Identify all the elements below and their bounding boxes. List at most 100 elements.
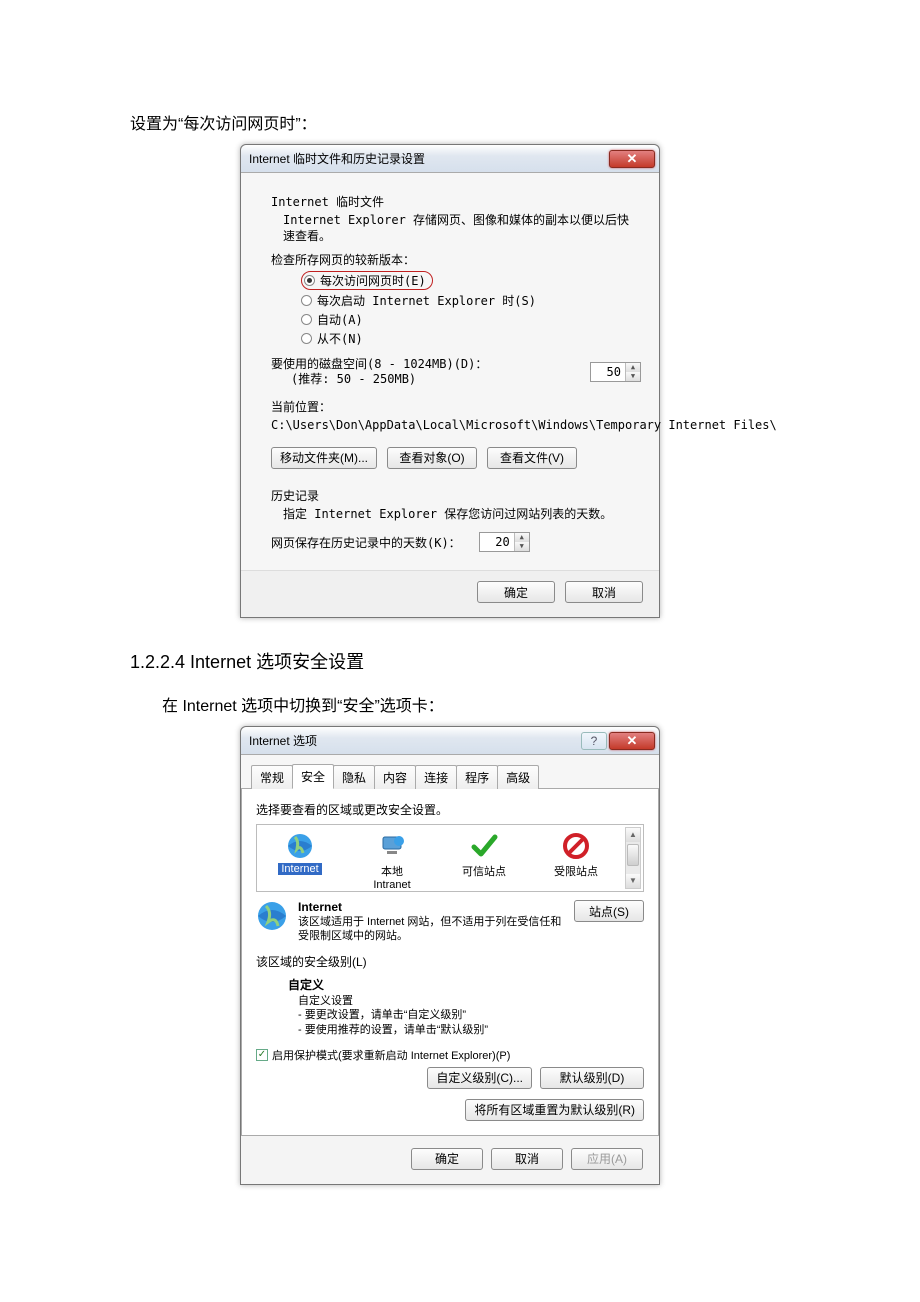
- security-tab-panel: 选择要查看的区域或更改安全设置。 Internet 本地 Intranet 可信: [241, 788, 659, 1136]
- custom-level-block: 自定义 自定义设置 - 要更改设置，请单击“自定义级别” - 要使用推荐的设置，…: [288, 978, 644, 1036]
- zone-detail-desc: 该区域适用于 Internet 网站，但不适用于列在受信任和受限制区域中的网站。: [298, 916, 561, 942]
- zone-scrollbar[interactable]: ▲ ▼: [625, 827, 641, 889]
- radio-auto[interactable]: 自动(A): [301, 311, 641, 328]
- radio-empty-icon: [301, 314, 312, 325]
- temp-files-group-title: Internet 临时文件: [271, 193, 641, 210]
- internet-options-dialog: Internet 选项 ? ✕ 常规 安全 隐私 内容 连接 程序 高级 选择要…: [240, 726, 660, 1185]
- protected-mode-checkbox-row[interactable]: ✓ 启用保护模式(要求重新启动 Internet Explorer)(P): [256, 1047, 644, 1063]
- move-folder-button[interactable]: 移动文件夹(M)...: [271, 447, 377, 469]
- globe-icon: [285, 831, 315, 861]
- dialog-footer: 确定 取消 应用(A): [241, 1136, 659, 1184]
- zone-detail-name: Internet: [298, 900, 342, 914]
- zone-restricted-label: 受限站点: [554, 863, 598, 879]
- view-objects-button[interactable]: 查看对象(O): [387, 447, 477, 469]
- reset-all-zones-button[interactable]: 将所有区域重置为默认级别(R): [465, 1099, 644, 1121]
- scroll-down-icon[interactable]: ▼: [626, 874, 640, 888]
- doc-intro-line: 设置为“每次访问网页时”：: [130, 110, 790, 134]
- tab-strip: 常规 安全 隐私 内容 连接 程序 高级: [241, 755, 659, 788]
- radio-every-visit[interactable]: 每次访问网页时(E): [301, 271, 433, 290]
- tab-programs[interactable]: 程序: [456, 765, 498, 789]
- dialog-titlebar: Internet 选项 ? ✕: [241, 727, 659, 755]
- dialog-title: Internet 选项: [249, 732, 581, 749]
- tab-connections[interactable]: 连接: [415, 765, 457, 789]
- zone-local-intranet[interactable]: 本地 Intranet: [353, 831, 431, 891]
- disk-space-recommend: (推荐: 50 - 250MB): [291, 372, 590, 388]
- custom-line1: - 要更改设置，请单击“自定义级别”: [298, 1008, 644, 1022]
- sites-button[interactable]: 站点(S): [574, 900, 644, 922]
- dialog-titlebar: Internet 临时文件和历史记录设置 ✕: [241, 145, 659, 173]
- help-button[interactable]: ?: [581, 732, 607, 750]
- radio-every-start-label: 每次启动 Internet Explorer 时(S): [317, 292, 536, 309]
- history-days-spinner[interactable]: ▲ ▼: [479, 532, 530, 552]
- zone-internet[interactable]: Internet: [261, 831, 339, 875]
- protected-mode-label: 启用保护模式(要求重新启动 Internet Explorer)(P): [272, 1047, 510, 1063]
- radio-never-label: 从不(N): [317, 330, 363, 347]
- zone-trusted[interactable]: 可信站点: [445, 831, 523, 879]
- radio-every-start[interactable]: 每次启动 Internet Explorer 时(S): [301, 292, 641, 309]
- radio-empty-icon: [301, 295, 312, 306]
- security-level-title: 该区域的安全级别(L): [256, 953, 644, 970]
- scroll-thumb[interactable]: [627, 844, 639, 866]
- default-level-button[interactable]: 默认级别(D): [540, 1067, 644, 1089]
- disk-space-row: 要使用的磁盘空间(8 - 1024MB)(D)： (推荐: 50 - 250MB…: [271, 357, 641, 388]
- zone-restricted[interactable]: 受限站点: [537, 831, 615, 879]
- tab-privacy[interactable]: 隐私: [333, 765, 375, 789]
- tab-security[interactable]: 安全: [292, 764, 334, 789]
- section-heading: 1.2.2.4 Internet 选项安全设置: [130, 648, 790, 674]
- spin-down-icon[interactable]: ▼: [626, 372, 640, 381]
- radio-every-visit-label: 每次访问网页时(E): [320, 272, 426, 289]
- current-location-path: C:\Users\Don\AppData\Local\Microsoft\Win…: [271, 417, 641, 433]
- zone-local-label: 本地: [381, 863, 403, 879]
- radio-auto-label: 自动(A): [317, 311, 363, 328]
- level-buttons-row: 自定义级别(C)... 默认级别(D): [256, 1067, 644, 1089]
- history-days-input[interactable]: [480, 533, 514, 551]
- custom-sub: 自定义设置: [298, 994, 644, 1008]
- check-newer-label: 检查所存网页的较新版本：: [271, 252, 641, 268]
- radio-never[interactable]: 从不(N): [301, 330, 641, 347]
- close-button[interactable]: ✕: [609, 732, 655, 750]
- custom-line2: - 要使用推荐的设置，请单击“默认级别”: [298, 1023, 644, 1037]
- zone-local-sub: Intranet: [373, 879, 410, 891]
- doc-switch-line: 在 Internet 选项中切换到“安全”选项卡：: [162, 692, 790, 716]
- checkbox-checked-icon: ✓: [256, 1049, 268, 1061]
- cancel-button[interactable]: 取消: [491, 1148, 563, 1170]
- dialog-footer: 确定 取消: [241, 570, 659, 617]
- close-button[interactable]: ✕: [609, 150, 655, 168]
- zone-list: Internet 本地 Intranet 可信站点 受限站点: [256, 824, 644, 892]
- temp-files-group-desc: Internet Explorer 存储网页、图像和媒体的副本以便以后快速查看。: [283, 212, 641, 244]
- view-files-button[interactable]: 查看文件(V): [487, 447, 577, 469]
- history-title: 历史记录: [271, 487, 641, 504]
- temp-files-button-row: 移动文件夹(M)... 查看对象(O) 查看文件(V): [271, 447, 641, 469]
- history-days-label: 网页保存在历史记录中的天数(K)：: [271, 534, 461, 551]
- radio-empty-icon: [301, 333, 312, 344]
- tab-advanced[interactable]: 高级: [497, 765, 539, 789]
- tab-general[interactable]: 常规: [251, 765, 293, 789]
- spin-up-icon[interactable]: ▲: [626, 363, 640, 372]
- zone-internet-label: Internet: [278, 863, 321, 875]
- globe-large-icon: [256, 900, 288, 932]
- disk-space-label: 要使用的磁盘空间(8 - 1024MB)(D)：: [271, 357, 590, 373]
- tab-content[interactable]: 内容: [374, 765, 416, 789]
- cancel-button[interactable]: 取消: [565, 581, 643, 603]
- spin-down-icon[interactable]: ▼: [515, 542, 529, 551]
- disk-space-input[interactable]: [591, 363, 625, 381]
- custom-level-button[interactable]: 自定义级别(C)...: [427, 1067, 532, 1089]
- temp-files-dialog: Internet 临时文件和历史记录设置 ✕ Internet 临时文件 Int…: [240, 144, 660, 618]
- checkmark-icon: [469, 831, 499, 861]
- apply-button[interactable]: 应用(A): [571, 1148, 643, 1170]
- reset-row: 将所有区域重置为默认级别(R): [256, 1099, 644, 1121]
- ok-button[interactable]: 确定: [477, 581, 555, 603]
- current-location-label: 当前位置：: [271, 398, 641, 415]
- spin-up-icon[interactable]: ▲: [515, 533, 529, 542]
- history-group: 历史记录 指定 Internet Explorer 保存您访问过网站列表的天数。…: [271, 487, 641, 552]
- zone-trusted-label: 可信站点: [462, 863, 506, 879]
- dialog-title: Internet 临时文件和历史记录设置: [249, 150, 609, 167]
- forbidden-icon: [561, 831, 591, 861]
- history-desc: 指定 Internet Explorer 保存您访问过网站列表的天数。: [283, 506, 641, 522]
- zone-prompt: 选择要查看的区域或更改安全设置。: [256, 801, 644, 818]
- disk-space-spinner[interactable]: ▲ ▼: [590, 362, 641, 382]
- custom-title: 自定义: [288, 978, 644, 994]
- ok-button[interactable]: 确定: [411, 1148, 483, 1170]
- scroll-track[interactable]: [626, 842, 640, 874]
- scroll-up-icon[interactable]: ▲: [626, 828, 640, 842]
